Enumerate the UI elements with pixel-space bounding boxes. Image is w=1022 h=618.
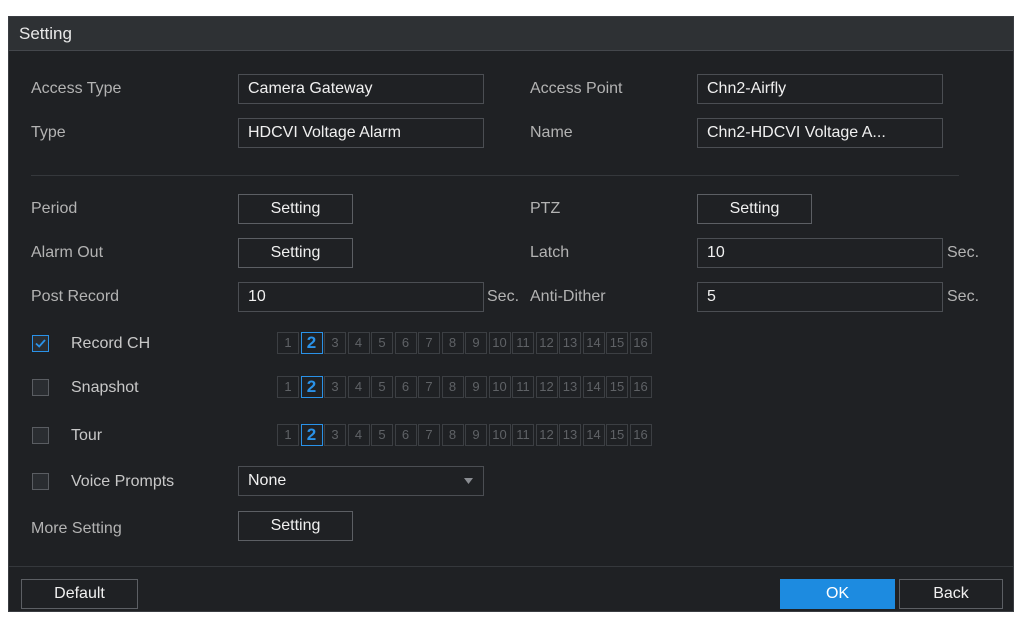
channel-1[interactable]: 1 [277, 332, 299, 354]
channel-15[interactable]: 15 [606, 332, 628, 354]
channel-2[interactable]: 2 [300, 376, 323, 398]
section-divider [31, 175, 959, 176]
channel-4[interactable]: 4 [347, 332, 370, 354]
channel-13[interactable]: 13 [559, 424, 581, 446]
voice-prompts-checkbox[interactable] [32, 473, 49, 490]
channel-10[interactable]: 10 [488, 332, 511, 354]
type-label: Type [31, 124, 66, 141]
access-type-label: Access Type [31, 80, 122, 97]
setting-dialog: Setting Access Type Camera Gateway Acces… [8, 16, 1014, 612]
dropdown-arrow-icon [464, 478, 473, 484]
dialog-title: Setting [9, 17, 1013, 51]
channel-9[interactable]: 9 [465, 376, 487, 398]
voice-prompts-label: Voice Prompts [71, 473, 175, 490]
channel-14[interactable]: 14 [582, 332, 605, 354]
ptz-setting-button[interactable]: Setting [697, 194, 812, 224]
channel-6[interactable]: 6 [394, 332, 417, 354]
channel-7[interactable]: 7 [418, 376, 440, 398]
channel-6[interactable]: 6 [394, 424, 417, 446]
channel-16[interactable]: 16 [629, 424, 652, 446]
latch-unit: Sec. [947, 244, 980, 261]
footer-divider [9, 566, 1013, 567]
channel-1[interactable]: 1 [277, 376, 299, 398]
channel-16[interactable]: 16 [629, 332, 652, 354]
type-field: HDCVI Voltage Alarm [238, 118, 484, 148]
tour-channels: 1 2 3 4 5 6 7 8 9 10 11 12 13 14 15 16 [277, 424, 653, 448]
ptz-label: PTZ [530, 200, 561, 217]
tour-checkbox[interactable] [32, 427, 49, 444]
record-ch-checkbox[interactable] [32, 335, 49, 352]
channel-6[interactable]: 6 [394, 376, 417, 398]
ok-button[interactable]: OK [780, 579, 895, 609]
channel-5[interactable]: 5 [371, 376, 393, 398]
record-ch-label: Record CH [71, 335, 151, 352]
snapshot-checkbox[interactable] [32, 379, 49, 396]
channel-5[interactable]: 5 [371, 332, 393, 354]
latch-label: Latch [530, 244, 570, 261]
channel-13[interactable]: 13 [559, 376, 581, 398]
anti-dither-input[interactable]: 5 [697, 282, 943, 312]
channel-7[interactable]: 7 [418, 332, 440, 354]
alarm-out-setting-button[interactable]: Setting [238, 238, 353, 268]
channel-11[interactable]: 11 [512, 332, 534, 354]
channel-9[interactable]: 9 [465, 424, 487, 446]
post-record-unit: Sec. [487, 288, 520, 305]
channel-11[interactable]: 11 [512, 376, 534, 398]
channel-15[interactable]: 15 [606, 424, 628, 446]
channel-3[interactable]: 3 [324, 424, 346, 446]
post-record-label: Post Record [31, 288, 120, 305]
channel-11[interactable]: 11 [512, 424, 534, 446]
channel-2[interactable]: 2 [300, 424, 323, 446]
period-label: Period [31, 200, 78, 217]
channel-10[interactable]: 10 [488, 376, 511, 398]
name-field[interactable]: Chn2-HDCVI Voltage A... [697, 118, 943, 148]
tour-label: Tour [71, 427, 103, 444]
access-point-field: Chn2-Airfly [697, 74, 943, 104]
channel-12[interactable]: 12 [535, 424, 558, 446]
channel-14[interactable]: 14 [582, 376, 605, 398]
channel-4[interactable]: 4 [347, 376, 370, 398]
snapshot-channels: 1 2 3 4 5 6 7 8 9 10 11 12 13 14 15 16 [277, 376, 653, 400]
channel-13[interactable]: 13 [559, 332, 581, 354]
channel-12[interactable]: 12 [535, 376, 558, 398]
snapshot-label: Snapshot [71, 379, 139, 396]
alarm-out-label: Alarm Out [31, 244, 104, 261]
access-point-label: Access Point [530, 80, 623, 97]
record-ch-channels: 1 2 3 4 5 6 7 8 9 10 11 12 13 14 15 16 [277, 332, 653, 356]
voice-prompts-select[interactable]: None [238, 466, 484, 496]
post-record-input[interactable]: 10 [238, 282, 484, 312]
channel-10[interactable]: 10 [488, 424, 511, 446]
channel-1[interactable]: 1 [277, 424, 299, 446]
channel-16[interactable]: 16 [629, 376, 652, 398]
name-label: Name [530, 124, 573, 141]
more-setting-label: More Setting [31, 520, 122, 537]
channel-7[interactable]: 7 [418, 424, 440, 446]
back-button[interactable]: Back [899, 579, 1003, 609]
default-button[interactable]: Default [21, 579, 138, 609]
channel-8[interactable]: 8 [441, 376, 464, 398]
channel-12[interactable]: 12 [535, 332, 558, 354]
access-type-field: Camera Gateway [238, 74, 484, 104]
period-setting-button[interactable]: Setting [238, 194, 353, 224]
channel-9[interactable]: 9 [465, 332, 487, 354]
anti-dither-unit: Sec. [947, 288, 980, 305]
channel-8[interactable]: 8 [441, 332, 464, 354]
channel-2[interactable]: 2 [300, 332, 323, 354]
channel-15[interactable]: 15 [606, 376, 628, 398]
channel-14[interactable]: 14 [582, 424, 605, 446]
latch-input[interactable]: 10 [697, 238, 943, 268]
voice-prompts-value: None [248, 472, 287, 489]
channel-8[interactable]: 8 [441, 424, 464, 446]
more-setting-button[interactable]: Setting [238, 511, 353, 541]
anti-dither-label: Anti-Dither [530, 288, 606, 305]
channel-4[interactable]: 4 [347, 424, 370, 446]
channel-3[interactable]: 3 [324, 332, 346, 354]
channel-3[interactable]: 3 [324, 376, 346, 398]
checkmark-icon [35, 339, 46, 348]
channel-5[interactable]: 5 [371, 424, 393, 446]
